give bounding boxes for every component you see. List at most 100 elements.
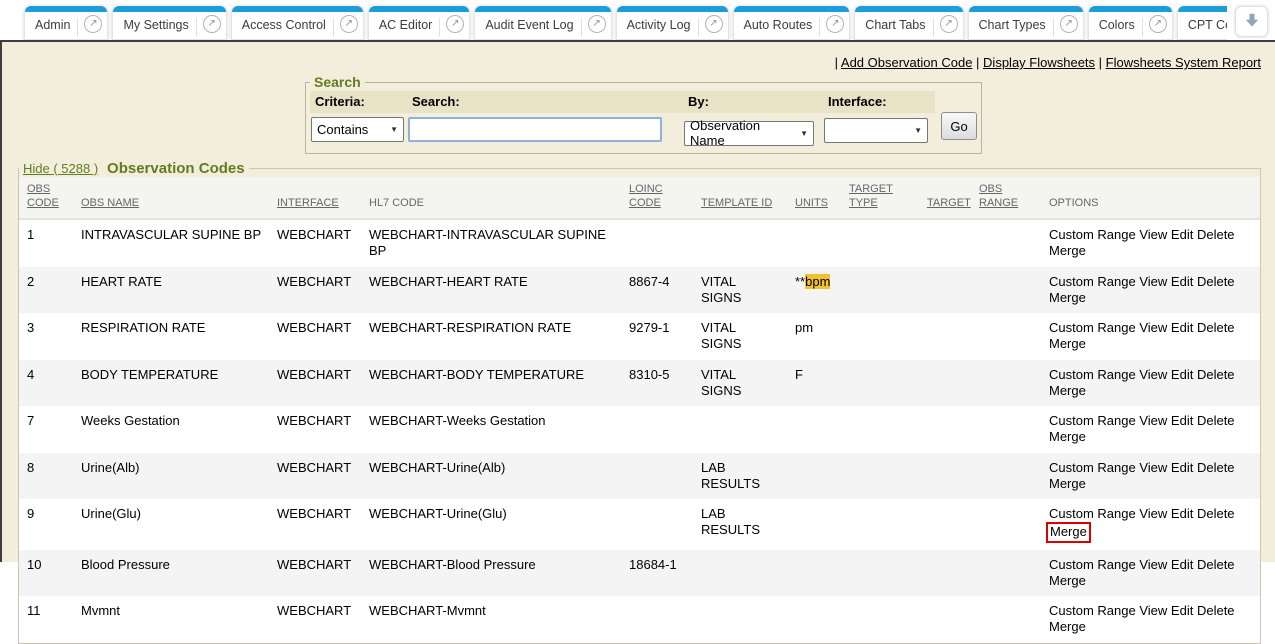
option-edit-link[interactable]: Edit — [1171, 274, 1193, 289]
option-view-link[interactable]: View — [1139, 367, 1167, 382]
obs-range-cell — [975, 499, 1045, 550]
option-merge-link[interactable]: Merge — [1049, 476, 1086, 491]
open-in-new-window-icon[interactable]: ↗ — [826, 15, 844, 33]
option-view-link[interactable]: View — [1139, 227, 1167, 242]
option-edit-link[interactable]: Edit — [1171, 320, 1193, 335]
sort-link-units[interactable]: UNITS — [795, 197, 828, 209]
tab-my-settings[interactable]: My Settings↗ — [112, 6, 226, 40]
option-edit-link[interactable]: Edit — [1171, 460, 1193, 475]
option-merge-link[interactable]: Merge — [1049, 573, 1086, 588]
option-view-link[interactable]: View — [1139, 274, 1167, 289]
open-in-new-window-icon[interactable]: ↗ — [203, 15, 221, 33]
tab-admin[interactable]: Admin ↗ — [24, 6, 108, 40]
obs-code-cell: 11 — [19, 596, 77, 643]
options-cell: Custom Range View Edit Delete Merge — [1045, 499, 1260, 550]
option-view-link[interactable]: View — [1139, 320, 1167, 335]
sort-link-template-id[interactable]: TEMPLATE ID — [701, 197, 772, 209]
option-edit-link[interactable]: Edit — [1171, 367, 1193, 382]
link-add-observation-code[interactable]: Add Observation Code — [841, 55, 973, 70]
by-select[interactable]: Observation Name ▼ — [684, 121, 814, 146]
option-custom-range-link[interactable]: Custom Range — [1049, 506, 1136, 521]
hl7-code-cell: WEBCHART-Urine(Alb) — [365, 453, 625, 500]
option-edit-link[interactable]: Edit — [1171, 603, 1193, 618]
option-delete-link[interactable]: Delete — [1197, 603, 1235, 618]
option-delete-link[interactable]: Delete — [1197, 413, 1235, 428]
option-view-link[interactable]: View — [1139, 603, 1167, 618]
open-in-new-window-icon[interactable]: ↗ — [1149, 15, 1167, 33]
open-in-new-window-icon[interactable]: ↗ — [940, 15, 958, 33]
tab-chart-types[interactable]: Chart Types ↗ — [968, 6, 1084, 40]
open-in-new-window-icon[interactable]: ↗ — [1060, 15, 1078, 33]
interface-select[interactable]: ▼ — [824, 118, 928, 143]
criteria-select[interactable]: Contains ▼ — [311, 117, 404, 142]
option-custom-range-link[interactable]: Custom Range — [1049, 413, 1136, 428]
option-edit-link[interactable]: Edit — [1171, 413, 1193, 428]
sort-link-target[interactable]: TARGET — [927, 197, 971, 209]
sort-link-obs-name[interactable]: OBS NAME — [81, 197, 139, 209]
units-cell: F — [791, 360, 845, 407]
tab-overflow-button[interactable] — [1235, 6, 1268, 37]
option-merge-link[interactable]: Merge — [1050, 524, 1087, 539]
option-delete-link[interactable]: Delete — [1197, 460, 1235, 475]
option-merge-link[interactable]: Merge — [1049, 383, 1086, 398]
tab-activity-log[interactable]: Activity Log↗ — [616, 6, 729, 40]
option-custom-range-link[interactable]: Custom Range — [1049, 320, 1136, 335]
option-view-link[interactable]: View — [1139, 506, 1167, 521]
option-edit-link[interactable]: Edit — [1171, 557, 1193, 572]
option-delete-link[interactable]: Delete — [1197, 506, 1235, 521]
option-merge-link[interactable]: Merge — [1049, 619, 1086, 634]
tab-label: Chart Types — [979, 18, 1046, 32]
col-header-obs-range: OBS RANGE — [975, 177, 1045, 220]
tab-audit-event-log[interactable]: Audit Event Log↗ — [474, 6, 611, 40]
option-merge-link[interactable]: Merge — [1049, 429, 1086, 444]
tab-colors[interactable]: Colors↗ — [1088, 6, 1173, 40]
tab-cpt-codes[interactable]: CPT Codes↗ — [1177, 6, 1227, 40]
link-display-flowsheets[interactable]: Display Flowsheets — [983, 55, 1095, 70]
sort-link-target-type[interactable]: TARGET TYPE — [849, 182, 895, 212]
units-cell — [791, 550, 845, 597]
sort-link-obs-code[interactable]: OBS CODE — [27, 182, 73, 212]
sort-link-obs-range[interactable]: OBS RANGE — [979, 182, 1025, 212]
sort-link-interface[interactable]: INTERFACE — [277, 197, 339, 209]
tab-chart-tabs[interactable]: Chart Tabs↗ — [854, 6, 963, 40]
interface-cell: WEBCHART — [273, 360, 365, 407]
target-cell — [923, 219, 975, 267]
option-view-link[interactable]: View — [1139, 460, 1167, 475]
option-view-link[interactable]: View — [1139, 413, 1167, 428]
option-delete-link[interactable]: Delete — [1197, 227, 1235, 242]
tab-label: Admin — [35, 18, 70, 32]
open-in-new-window-icon[interactable]: ↗ — [588, 15, 606, 33]
options-cell: Custom Range View Edit Delete Merge — [1045, 406, 1260, 453]
option-delete-link[interactable]: Delete — [1197, 320, 1235, 335]
units-cell — [791, 499, 845, 550]
open-in-new-window-icon[interactable]: ↗ — [446, 15, 464, 33]
option-custom-range-link[interactable]: Custom Range — [1049, 557, 1136, 572]
open-in-new-window-icon[interactable]: ↗ — [340, 15, 358, 33]
go-button[interactable]: Go — [941, 112, 977, 140]
option-custom-range-link[interactable]: Custom Range — [1049, 227, 1136, 242]
target-type-cell — [845, 267, 923, 314]
search-input[interactable] — [408, 117, 662, 142]
tab-access-control[interactable]: Access Control↗ — [231, 6, 364, 40]
tab-auto-routes[interactable]: Auto Routes↗ — [733, 6, 851, 40]
open-in-new-window-icon[interactable]: ↗ — [705, 15, 723, 33]
option-merge-link[interactable]: Merge — [1049, 290, 1086, 305]
tab-ac-editor[interactable]: AC Editor↗ — [368, 6, 471, 40]
hide-link[interactable]: Hide ( 5288 ) — [23, 161, 98, 176]
sort-link-loinc-code[interactable]: LOINC CODE — [629, 182, 675, 212]
obs-range-cell — [975, 360, 1045, 407]
option-custom-range-link[interactable]: Custom Range — [1049, 460, 1136, 475]
link-flowsheets-system-report[interactable]: Flowsheets System Report — [1106, 55, 1261, 70]
open-in-new-window-icon[interactable]: ↗ — [84, 15, 102, 33]
option-custom-range-link[interactable]: Custom Range — [1049, 274, 1136, 289]
option-edit-link[interactable]: Edit — [1171, 506, 1193, 521]
option-custom-range-link[interactable]: Custom Range — [1049, 603, 1136, 618]
option-delete-link[interactable]: Delete — [1197, 367, 1235, 382]
option-edit-link[interactable]: Edit — [1171, 227, 1193, 242]
option-view-link[interactable]: View — [1139, 557, 1167, 572]
option-merge-link[interactable]: Merge — [1049, 243, 1086, 258]
option-custom-range-link[interactable]: Custom Range — [1049, 367, 1136, 382]
option-delete-link[interactable]: Delete — [1197, 274, 1235, 289]
option-merge-link[interactable]: Merge — [1049, 336, 1086, 351]
option-delete-link[interactable]: Delete — [1197, 557, 1235, 572]
